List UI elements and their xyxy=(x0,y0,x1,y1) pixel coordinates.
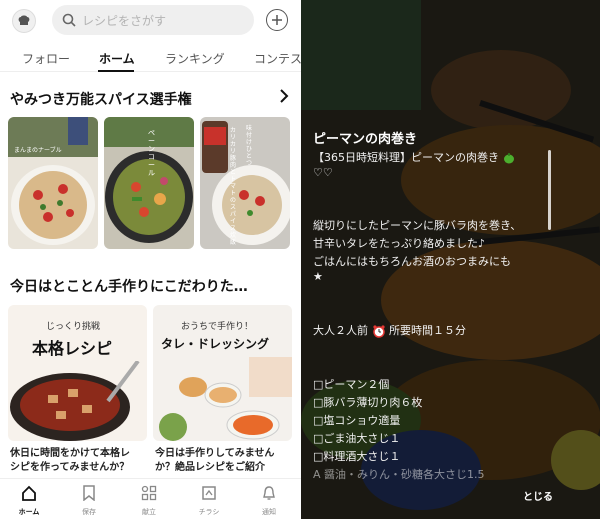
search-icon xyxy=(62,13,76,27)
recipe-thumb-1[interactable]: まんまのナーブル xyxy=(8,117,98,249)
recipe-story-pane: ピーマンの肉巻き 【365日時短料理】ピーマンの肉巻き ♡♡ 縦切りにしたピーマ… xyxy=(301,0,600,519)
tab-home[interactable]: ホーム xyxy=(99,50,135,67)
ingredient-item: □豚バラ薄切り肉６枚 xyxy=(313,396,423,409)
card-heading: 本格レシピ xyxy=(32,339,113,358)
recipe-desc-line: 甘辛いタレをたっぷり絡めました♪ xyxy=(313,237,486,250)
tab-follow[interactable]: フォロー xyxy=(22,50,70,67)
alarm-clock-icon xyxy=(372,325,385,338)
pizza-photo xyxy=(8,117,98,249)
recipe-title: ピーマンの肉巻き xyxy=(313,132,418,147)
section-title-spice[interactable]: やみつき万能スパイス選手権 xyxy=(10,89,192,109)
card-subheading: じっくり挑戦 xyxy=(46,322,101,332)
thumb-overlay-text: 味付けひとつ xyxy=(246,125,253,167)
recipe-thumb-2[interactable]: ペーンコール xyxy=(104,117,194,249)
nav-flyer[interactable]: チラシ xyxy=(189,485,229,517)
plus-icon xyxy=(272,15,282,25)
nav-saved[interactable]: 保存 xyxy=(69,485,109,517)
bell-icon xyxy=(263,486,275,500)
ingredient-item: A 醤油・みりん・砂糖各大さじ1.5 xyxy=(313,468,485,481)
thumb-overlay-text: まんまのナーブル xyxy=(14,147,62,154)
chevron-right-icon[interactable] xyxy=(279,89,289,103)
chef-hat-icon xyxy=(18,15,30,25)
recipe-servings-time: 大人２人前 所要時間１５分 xyxy=(313,324,466,338)
recipe-tagline: 【365日時短料理】ピーマンの肉巻き xyxy=(313,149,515,165)
flyer-icon xyxy=(202,486,216,500)
search-input[interactable]: レシピをさがす xyxy=(52,5,254,35)
home-feed-pane: レシピをさがす フォロー ホーム ランキング コンテス やみつき万能スパイス選手… xyxy=(0,0,301,519)
feed-tabs: フォロー ホーム ランキング コンテス xyxy=(0,44,301,72)
recipe-desc-line: 縦切りにしたピーマンに豚バラ肉を巻き、 xyxy=(313,219,522,232)
ingredient-item: □料理酒大さじ１ xyxy=(313,450,401,463)
top-bar: レシピをさがす xyxy=(0,0,301,40)
nav-menu-plan[interactable]: 献立 xyxy=(129,485,169,517)
search-placeholder: レシピをさがす xyxy=(82,13,167,28)
add-recipe-button[interactable] xyxy=(266,9,288,31)
recipe-desc-line: ごはんにはもちろんお酒のおつまみにも xyxy=(313,255,511,268)
recipe-thumb-3[interactable]: 味付けひとつ カリカリ豚肉とトマトのスパイス炊飯 xyxy=(200,117,290,249)
mapo-tofu-photo xyxy=(10,361,140,441)
feature-card-1[interactable]: じっくり挑戦 本格レシピ xyxy=(8,305,147,441)
green-pepper-icon xyxy=(503,153,514,164)
active-tab-indicator xyxy=(98,70,134,72)
scroll-indicator[interactable] xyxy=(548,150,551,230)
nav-notifications[interactable]: 通知 xyxy=(249,485,289,517)
tab-contest[interactable]: コンテス xyxy=(254,50,301,67)
avatar[interactable] xyxy=(12,9,36,33)
nav-home[interactable]: ホーム xyxy=(9,485,49,517)
rice-photo xyxy=(200,117,290,249)
grid-icon xyxy=(141,485,157,501)
home-icon xyxy=(22,485,36,501)
recipe-hearts: ♡♡ xyxy=(313,166,333,179)
ingredient-item: □ピーマン２個 xyxy=(313,378,390,391)
ingredient-item: □塩コショウ適量 xyxy=(313,414,401,427)
thumb-overlay-text: ペーンコール xyxy=(148,129,155,177)
tab-ranking[interactable]: ランキング xyxy=(165,50,225,67)
card-subheading: おうちで手作り！ xyxy=(181,322,254,332)
bottom-nav: ホーム 保存 献立 チラシ 通知 xyxy=(0,478,301,519)
dressing-photo xyxy=(159,357,292,441)
section-title-homemade[interactable]: 今日はとことん手作りにこだわりた… xyxy=(10,276,248,296)
ingredient-item: □ごま油大さじ１ xyxy=(313,432,401,445)
feature-card-2[interactable]: おうちで手作り！ タレ・ドレッシング xyxy=(153,305,292,441)
card-caption-1[interactable]: 休日に時間をかけて本格レ シピを作ってみませんか？ xyxy=(10,447,130,475)
card-caption-2[interactable]: 今日は手作りしてみません か？絶品レシピをご紹介 xyxy=(155,447,274,475)
card-heading: タレ・ドレッシング xyxy=(161,337,270,351)
star-mark: ★ xyxy=(313,270,323,283)
close-button[interactable]: とじる xyxy=(523,488,553,503)
bookmark-icon xyxy=(83,485,95,502)
thumb-overlay-text: カリカリ豚肉とトマトのスパイス炊飯 xyxy=(230,127,237,246)
